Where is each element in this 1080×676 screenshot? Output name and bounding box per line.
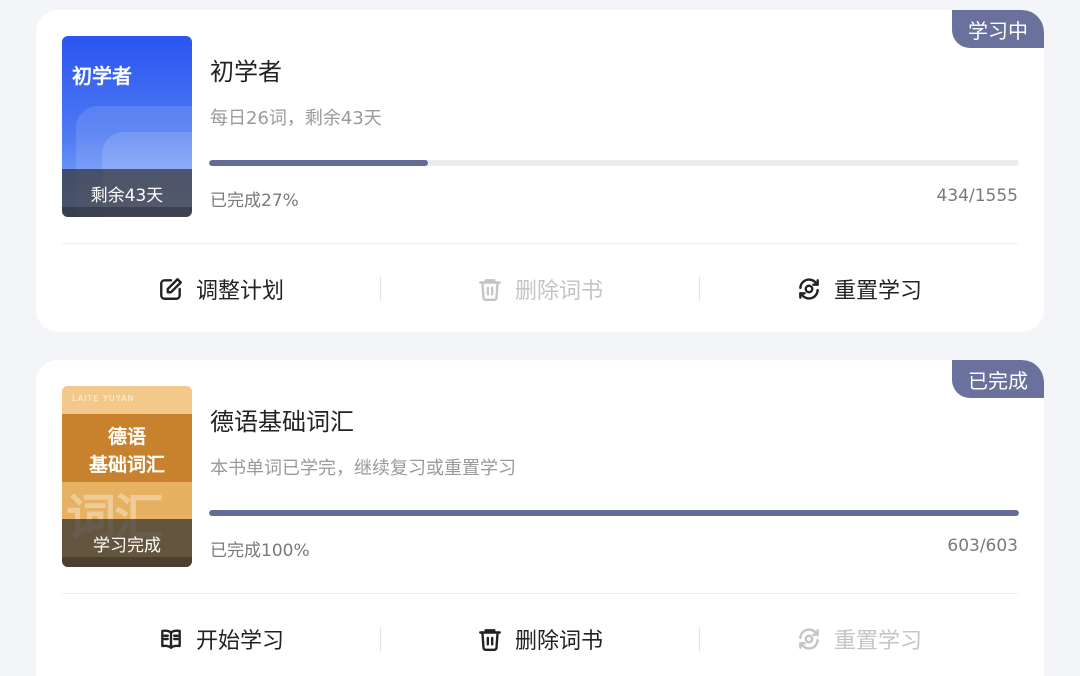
action-label: 开始学习: [195, 629, 284, 654]
book-title: 德语基础词汇: [210, 408, 354, 436]
status-badge: 学习中: [952, 10, 1044, 48]
trash-icon: [479, 629, 501, 652]
action-label: 删除词书: [514, 279, 603, 304]
divider: [62, 243, 1018, 244]
progress-fill: [209, 510, 1019, 516]
divider: [62, 593, 1018, 594]
action-label: 删除词书: [514, 629, 603, 654]
cover-title-line: 德语: [107, 426, 146, 448]
action-label: 重置学习: [833, 279, 922, 304]
start-learning-button[interactable]: 开始学习: [62, 623, 380, 655]
delete-book-button[interactable]: 删除词书: [381, 623, 699, 655]
progress-percent: 已完成100%: [210, 541, 310, 561]
action-label: 调整计划: [195, 279, 284, 304]
book-open-icon: [161, 629, 181, 649]
book-cover[interactable]: LAITE YUYAN 德语 基础词汇 词汇 学习完成: [62, 386, 192, 567]
progress-bar: [209, 160, 1019, 166]
delete-book-button[interactable]: 删除词书: [381, 273, 699, 305]
cover-title: 初学者: [72, 64, 132, 88]
reset-icon: [799, 628, 819, 650]
reset-learning-button[interactable]: 重置学习: [700, 623, 1018, 655]
book-card: 已完成 LAITE YUYAN 德语 基础词汇 词汇 学习完成 德语基础词汇 本…: [36, 360, 1044, 676]
cover-footer-shadow: [62, 557, 192, 567]
status-badge: 已完成: [952, 360, 1044, 398]
progress-fill: [209, 160, 428, 166]
adjust-plan-button[interactable]: 调整计划: [62, 273, 380, 305]
book-card: 学习中 初学者 剩余43天 初学者 每日26词，剩余43天 已完成27% 434…: [36, 10, 1044, 332]
action-bar: 调整计划 删除词书 重置学习: [62, 266, 1018, 312]
trash-icon: [479, 279, 501, 302]
reset-icon: [799, 278, 819, 300]
progress-bar: [209, 510, 1019, 516]
edit-icon: [160, 278, 182, 300]
book-title: 初学者: [210, 58, 282, 86]
progress-count: 603/603: [947, 536, 1018, 556]
cover-footer-shadow: [62, 207, 192, 217]
book-cover[interactable]: 初学者 剩余43天: [62, 36, 192, 217]
cover-title-line: 基础词汇: [88, 454, 165, 476]
book-subtitle: 本书单词已学完，继续复习或重置学习: [210, 458, 516, 479]
action-label: 重置学习: [833, 629, 922, 654]
progress-percent: 已完成27%: [210, 191, 299, 211]
cover-brand: LAITE YUYAN: [72, 394, 135, 403]
action-bar: 开始学习 删除词书 重置学习: [62, 616, 1018, 662]
book-subtitle: 每日26词，剩余43天: [210, 108, 382, 129]
reset-learning-button[interactable]: 重置学习: [700, 273, 1018, 305]
progress-count: 434/1555: [936, 186, 1018, 206]
